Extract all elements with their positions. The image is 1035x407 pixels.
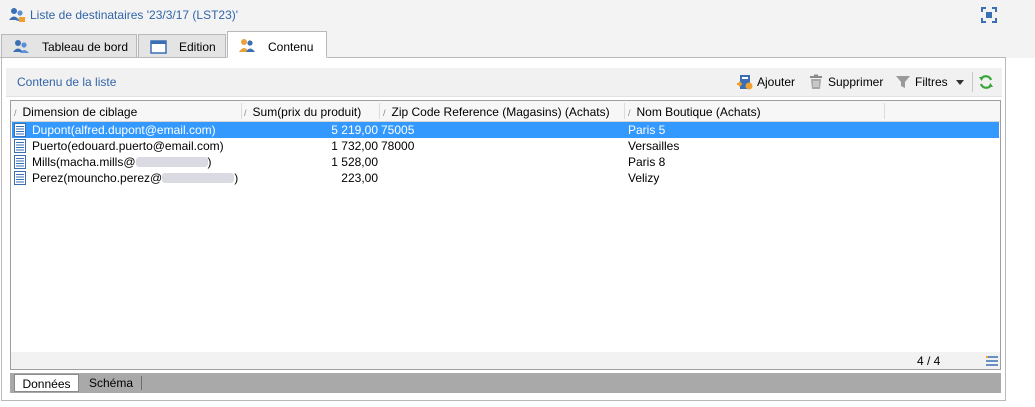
chevron-down-icon bbox=[956, 80, 964, 85]
window-edit-icon bbox=[150, 40, 167, 54]
record-counter: 4 / 4 bbox=[917, 354, 941, 368]
cell-sum: 1 528,00 bbox=[331, 155, 378, 169]
column-separator[interactable] bbox=[379, 103, 380, 119]
record-icon bbox=[14, 123, 26, 137]
redacted-email-domain bbox=[135, 157, 208, 167]
cell-shop: Versailles bbox=[628, 139, 680, 153]
table-row[interactable]: Perez(mouncho.perez@) 223,00 Velizy bbox=[12, 170, 999, 186]
window-title: Liste de destinataires '23/3/17 (LST23)' bbox=[30, 8, 239, 22]
delete-button[interactable]: Supprimer bbox=[808, 74, 888, 92]
cell-zip: 75005 bbox=[381, 123, 415, 137]
cell-shop: Paris 5 bbox=[628, 123, 666, 137]
cell-sum: 1 732,00 bbox=[331, 139, 378, 153]
tab-label: Contenu bbox=[268, 40, 314, 54]
column-header-zip[interactable]: / Zip Code Reference (Magasins) (Achats) bbox=[383, 105, 610, 119]
cell-dimension: Puerto(edouard.puerto@email.com) bbox=[32, 139, 224, 153]
list-toolbar: Contenu de la liste Ajouter Supprimer Fi… bbox=[6, 68, 1002, 97]
maximize-icon[interactable] bbox=[981, 7, 997, 23]
sort-indicator-icon: / bbox=[244, 108, 247, 118]
cell-shop: Velizy bbox=[628, 171, 660, 185]
sort-indicator-icon: / bbox=[383, 108, 386, 118]
add-label: Ajouter bbox=[757, 75, 796, 89]
window-titlebar: Liste de destinataires '23/3/17 (LST23)' bbox=[0, 0, 1035, 31]
tab-label: Données bbox=[22, 377, 71, 391]
tab-label: Tableau de bord bbox=[42, 40, 129, 54]
delete-label: Supprimer bbox=[828, 75, 884, 89]
funnel-icon bbox=[896, 76, 910, 88]
refresh-button[interactable] bbox=[978, 74, 994, 92]
column-separator[interactable] bbox=[884, 103, 885, 119]
record-icon bbox=[14, 155, 26, 169]
cell-dimension: Dupont(alfred.dupont@email.com) bbox=[32, 123, 216, 137]
tab-separator bbox=[141, 376, 142, 390]
tab-schema[interactable]: Schéma bbox=[82, 374, 140, 392]
refresh-icon bbox=[979, 75, 993, 89]
column-separator[interactable] bbox=[624, 103, 625, 119]
dashboard-people-icon bbox=[13, 40, 29, 53]
column-header-dimension[interactable]: / Dimension de ciblage bbox=[14, 105, 137, 119]
cell-shop: Paris 8 bbox=[628, 155, 666, 169]
record-icon bbox=[14, 171, 26, 185]
sort-indicator-icon: / bbox=[628, 108, 631, 118]
column-header-shop[interactable]: / Nom Boutique (Achats) bbox=[628, 105, 761, 119]
column-separator[interactable] bbox=[241, 103, 242, 119]
table-row[interactable]: Mills(macha.mills@) 1 528,00 Paris 8 bbox=[12, 154, 999, 170]
cell-dimension: Mills(macha.mills@) bbox=[32, 155, 212, 169]
record-icon bbox=[14, 139, 26, 153]
tab-label: Schéma bbox=[88, 376, 134, 390]
recipients-icon bbox=[9, 8, 25, 22]
cell-dimension: Perez(mouncho.perez@) bbox=[32, 171, 239, 185]
list-content-title: Contenu de la liste bbox=[17, 75, 117, 89]
cell-zip: 78000 bbox=[381, 139, 415, 153]
tab-edition[interactable]: Edition bbox=[138, 34, 226, 57]
table-row[interactable]: Dupont(alfred.dupont@email.com) 5 219,00… bbox=[12, 122, 999, 138]
filters-button[interactable]: Filtres bbox=[895, 74, 967, 92]
table-row[interactable]: Puerto(edouard.puerto@email.com) 1 732,0… bbox=[12, 138, 999, 154]
add-button[interactable]: Ajouter bbox=[737, 74, 799, 92]
column-header-sum[interactable]: / Sum(prix du produit) bbox=[244, 105, 361, 119]
tab-contenu[interactable]: Contenu bbox=[227, 31, 327, 58]
trash-icon bbox=[810, 74, 822, 89]
grid-footer: 4 / 4 bbox=[11, 352, 1000, 369]
list-menu-icon[interactable] bbox=[986, 356, 998, 366]
people-icon bbox=[239, 39, 255, 52]
tab-tableau-de-bord[interactable]: Tableau de bord bbox=[1, 34, 137, 57]
add-recipient-icon bbox=[737, 75, 753, 90]
cell-sum: 223,00 bbox=[341, 171, 378, 185]
redacted-email-domain bbox=[162, 173, 235, 183]
bottom-tab-bar: Données Schéma bbox=[10, 373, 1001, 393]
filters-label: Filtres bbox=[915, 75, 948, 89]
toolbar-separator bbox=[972, 72, 973, 92]
tab-donnees[interactable]: Données bbox=[14, 374, 79, 392]
sort-indicator-icon: / bbox=[14, 108, 17, 118]
tab-label: Edition bbox=[179, 40, 216, 54]
recipient-list-grid[interactable]: / Dimension de ciblage / Sum(prix du produ… bbox=[10, 100, 1001, 370]
grid-header: / Dimension de ciblage / Sum(prix du produ… bbox=[11, 101, 1000, 122]
cell-sum: 5 219,00 bbox=[331, 123, 378, 137]
